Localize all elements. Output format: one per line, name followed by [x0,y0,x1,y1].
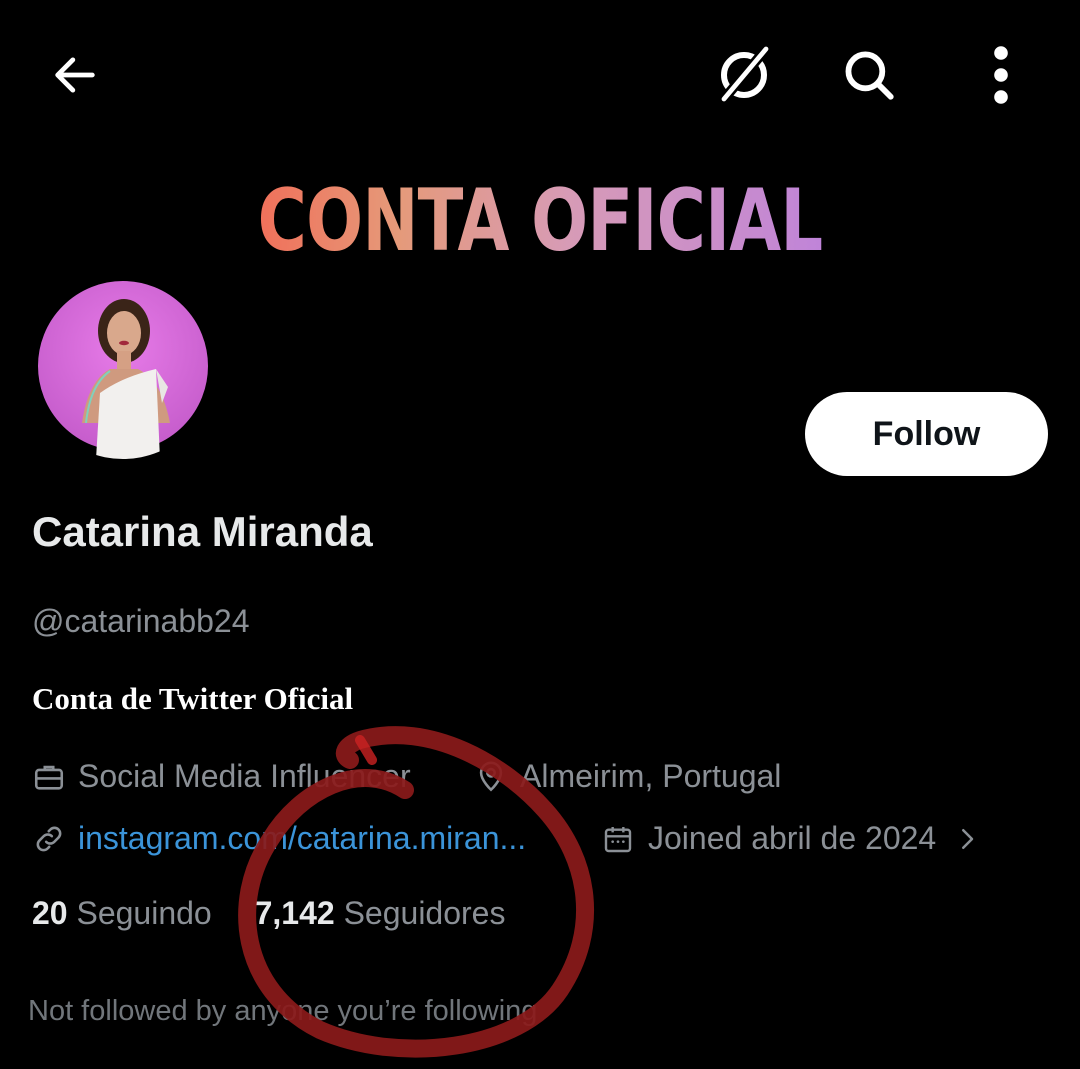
calendar-icon [604,826,632,852]
profile-name: Catarina Miranda [32,508,373,555]
category-text: Social Media Influencer [78,758,411,794]
following-link[interactable]: 20 Seguindo [32,895,221,931]
briefcase-icon [34,765,64,790]
more-vertical-icon [994,46,1008,104]
chevron-right-icon [962,828,974,849]
follow-button[interactable]: Follow [805,392,1048,476]
profile-website[interactable]: instagram.com/catarina.miran... [32,820,526,857]
avatar[interactable] [30,273,216,459]
link-icon [36,826,62,851]
website-link[interactable]: instagram.com/catarina.miran... [78,820,526,857]
following-label: Seguindo [76,895,212,931]
profile-photo [32,275,214,459]
search-icon [845,51,894,100]
grok-icon [720,45,770,103]
not-followed-note: Not followed by anyone you’re following [28,995,538,1027]
back-button[interactable] [40,40,110,110]
profile-location: Almeirim, Portugal [474,758,781,795]
profile-handle: @catarinabb24 [32,603,250,639]
following-count: 20 [32,895,68,931]
followers-count: 7,142 [254,895,335,931]
location-pin-icon [479,761,503,791]
arrow-left-icon [55,57,95,93]
location-text: Almeirim, Portugal [520,758,782,794]
profile-joined[interactable]: Joined abril de 2024 [602,820,982,857]
followers-label: Seguidores [343,895,506,931]
joined-text: Joined abril de 2024 [648,820,937,856]
more-button[interactable] [970,40,1032,110]
profile-stats: 20 Seguindo 7,142 Seguidores [32,895,505,932]
grok-button[interactable] [706,40,782,110]
search-button[interactable] [832,40,906,110]
followers-link[interactable]: 7,142 Seguidores [255,895,506,931]
profile-category: Social Media Influencer [32,758,411,795]
profile-bio: Conta de Twitter Oficial [32,681,354,716]
banner-title: CONTA OFICIAL [257,171,824,271]
